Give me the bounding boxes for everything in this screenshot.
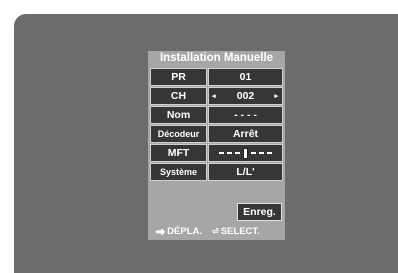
row-pr[interactable]: PR 01 xyxy=(150,68,283,86)
row-value-decodeur[interactable]: Arrêt xyxy=(208,125,283,143)
row-value-systeme[interactable]: L/L' xyxy=(208,163,283,181)
row-systeme[interactable]: Système L/L' xyxy=(150,163,283,181)
move-icon: ◂◈ xyxy=(155,227,166,236)
row-value-pr[interactable]: 01 xyxy=(208,68,283,86)
arrow-right-icon[interactable]: ▸ xyxy=(274,92,278,100)
row-value-nom[interactable]: - - - - xyxy=(208,106,283,124)
row-label-nom: Nom xyxy=(150,106,207,124)
move-hint-label: DÉPLA. xyxy=(167,226,203,237)
row-label-decodeur: Décodeur xyxy=(150,125,207,143)
mft-track xyxy=(219,147,272,159)
mft-slider-knob[interactable] xyxy=(243,147,248,159)
select-icon: ⏎ xyxy=(212,227,219,236)
row-label-systeme: Système xyxy=(150,163,207,181)
row-nom[interactable]: Nom - - - - xyxy=(150,106,283,124)
row-ch[interactable]: CH ◂ 002 ▸ xyxy=(150,87,283,105)
menu-title: Installation Manuelle xyxy=(159,52,274,64)
row-mft[interactable]: MFT xyxy=(150,144,283,162)
tv-screen: Installation Manuelle PR 01 CH ◂ 002 ▸ N… xyxy=(14,14,398,273)
settings-table: PR 01 CH ◂ 002 ▸ Nom - - - - Décodeur Ar… xyxy=(150,68,283,182)
mft-slider[interactable] xyxy=(208,144,283,162)
row-label-ch: CH xyxy=(150,87,207,105)
row-decodeur[interactable]: Décodeur Arrêt xyxy=(150,125,283,143)
arrow-left-icon[interactable]: ◂ xyxy=(212,92,216,100)
row-label-pr: PR xyxy=(150,68,207,86)
channel-value: 002 xyxy=(236,90,255,102)
row-value-ch[interactable]: ◂ 002 ▸ xyxy=(208,87,283,105)
row-label-mft: MFT xyxy=(150,144,207,162)
hint-bar: ◂◈ DÉPLA. ⏎ SELECT. xyxy=(155,226,260,237)
save-button[interactable]: Enreg. xyxy=(237,203,282,221)
select-hint-label: SELECT. xyxy=(220,226,260,237)
manual-setup-menu: Installation Manuelle PR 01 CH ◂ 002 ▸ N… xyxy=(148,51,285,240)
